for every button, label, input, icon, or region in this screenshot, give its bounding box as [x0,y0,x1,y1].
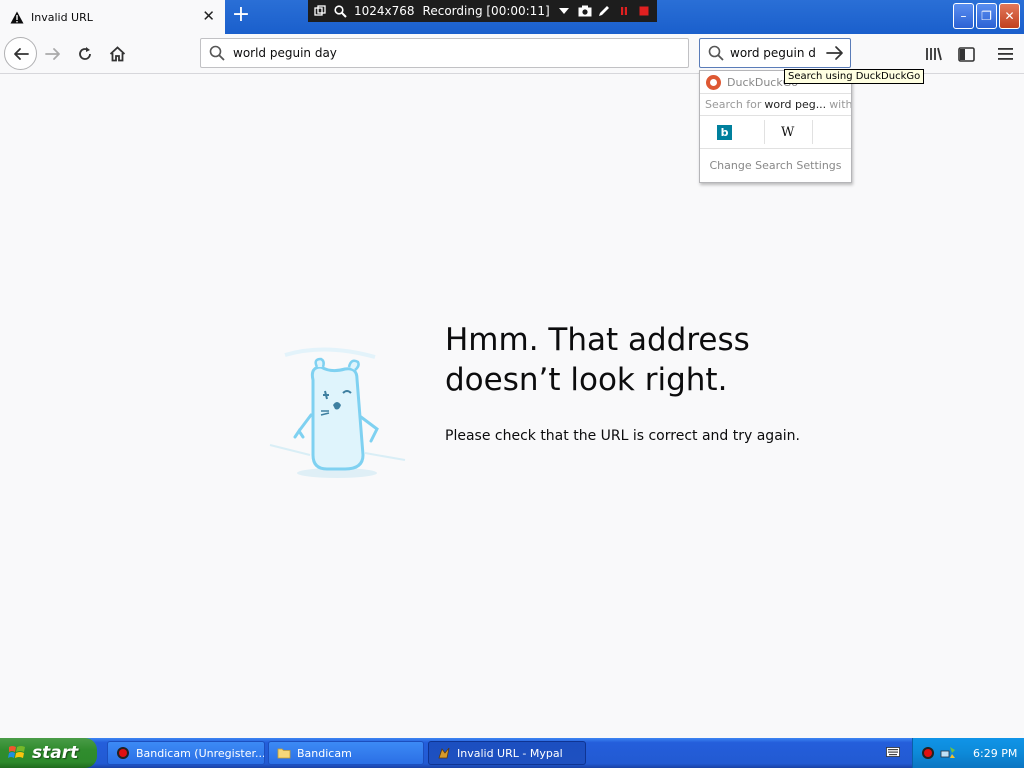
hamburger-menu-icon [997,48,1013,60]
search-tooltip: Search using DuckDuckGo [784,69,925,84]
recorder-toolbar: 1024x768 Recording [00:00:11] [308,0,657,22]
forward-arrow-icon [45,48,60,60]
tab-title: Invalid URL [31,10,93,24]
search-suggestions-popup: DuckDuckGo Search for word peg... with: … [699,70,852,183]
system-tray: 6:29 PM [912,738,1024,768]
tab-close-icon[interactable]: ✕ [202,9,215,24]
tab-invalid-url[interactable]: Invalid URL ✕ [0,0,225,34]
home-button[interactable] [102,39,132,69]
taskbar-item-mypal[interactable]: Invalid URL - Mypal [428,741,586,765]
taskbar-item-bandicam-unregistered[interactable]: Bandicam (Unregister... [107,741,265,765]
camera-icon[interactable] [578,5,592,17]
tab-strip: Invalid URL ✕ + 1024x768 Recording [00:0… [0,0,1024,34]
start-label: start [32,743,79,763]
window-select-icon[interactable] [314,5,326,17]
search-for-prefix: Search for [705,98,762,111]
folder-icon [277,748,291,759]
bing-engine-button[interactable]: b [717,120,765,144]
task-label: Invalid URL - Mypal [457,746,563,760]
sidebar-icon [957,46,975,62]
search-for-row: Search for word peg... with: [700,93,851,115]
new-tab-button[interactable]: + [230,4,252,27]
wikipedia-engine-button[interactable]: W [765,120,813,144]
pencil-icon[interactable] [598,5,610,17]
change-search-settings-button[interactable]: Change Search Settings [700,148,851,182]
home-icon [109,46,125,62]
recorder-resolution: 1024x768 [354,4,415,18]
taskbar-clock: 6:29 PM [973,746,1018,760]
window-controls: – ❐ ✕ [953,3,1020,29]
magnifier-icon[interactable] [334,5,347,18]
forward-button[interactable] [38,39,68,69]
url-bar[interactable]: world peguin day [200,38,689,68]
one-off-engines: b W [700,115,851,148]
dropdown-arrow-icon[interactable] [558,5,570,17]
stop-icon[interactable] [638,5,650,17]
close-window-button[interactable]: ✕ [999,3,1020,29]
windows-taskbar: start Bandicam (Unregister... Bandicam I… [0,738,1024,768]
back-button[interactable] [4,37,37,70]
start-button[interactable]: start [0,738,97,768]
pause-icon[interactable] [618,5,630,17]
back-arrow-icon [13,47,29,60]
menu-button[interactable] [990,39,1020,69]
bandicam-record-icon [117,747,129,759]
bandicam-tray-icon[interactable] [921,746,935,760]
search-for-query: word peg... [764,98,827,111]
library-icon [926,47,942,61]
reload-icon [79,47,91,60]
error-title-line2: doesn’t look right. [445,362,728,398]
error-illustration [265,345,410,485]
minimize-button[interactable]: – [953,3,974,29]
mypal-browser-icon [438,747,450,759]
taskbar-item-bandicam-folder[interactable]: Bandicam [268,741,424,765]
reload-button[interactable] [70,39,100,69]
navigation-toolbar: world peguin day word peguin d [0,34,1024,74]
maximize-button[interactable]: ❐ [976,3,997,29]
warning-icon [10,10,24,24]
search-for-suffix: with: [829,98,851,111]
search-go-arrow-icon[interactable] [826,45,844,64]
task-label: Bandicam (Unregister... [136,746,265,760]
sidebar-toggle-button[interactable] [951,39,981,69]
network-tray-icon[interactable] [940,746,956,760]
duckduckgo-icon [706,74,721,90]
search-icon [708,45,724,61]
windows-logo-icon [8,746,25,758]
search-icon [209,45,225,61]
error-title: Hmm. That address doesn’t look right. [445,320,865,400]
error-description: Please check that the URL is correct and… [445,428,800,444]
recorder-status: Recording [00:00:11] [422,4,550,18]
error-title-line1: Hmm. That address [445,322,750,358]
search-bar[interactable]: word peguin d [699,38,851,68]
keyboard-layout-icon[interactable] [886,746,900,758]
library-button[interactable] [919,39,949,69]
search-input[interactable]: word peguin d [730,46,816,60]
bing-icon: b [717,124,732,140]
task-label: Bandicam [297,746,352,760]
url-input[interactable]: world peguin day [233,46,337,60]
wikipedia-icon: W [781,124,795,140]
